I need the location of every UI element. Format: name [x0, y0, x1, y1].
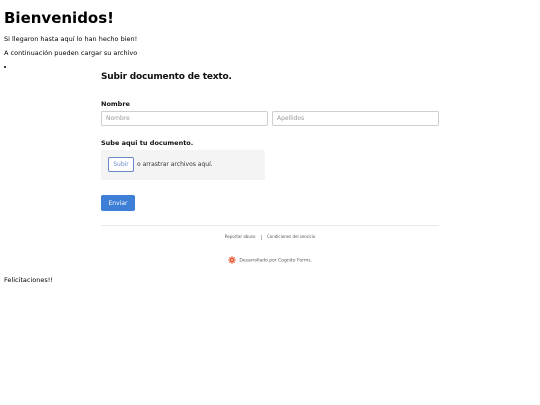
last-name-input[interactable] [272, 111, 439, 126]
powered-by-link[interactable]: Desarrollado por Cognito Forms. [239, 259, 312, 264]
report-abuse-link[interactable]: Reportar abuso [225, 234, 256, 239]
intro-text-2: A continuación pueden cargar su archivo [4, 49, 138, 57]
footer-links: Reportar abuso Condiciones del servicio [101, 234, 439, 240]
footer-divider [101, 225, 439, 226]
drop-hint: o arrastrar archivos aquí. [137, 161, 213, 168]
upload-label: Sube aqui tu documento. [101, 139, 194, 147]
page-heading: Bienvenidos! [4, 9, 115, 27]
name-label: Nombre [101, 100, 130, 108]
empty-list-bullet [4, 66, 6, 68]
intro-text-1: Si llegaron hasta aquí lo han hecho bien… [4, 35, 138, 43]
first-name-input[interactable] [101, 111, 268, 126]
upload-button[interactable]: Subir [108, 157, 134, 172]
footer-separator [260, 234, 262, 240]
file-drop-zone[interactable]: Subir o arrastrar archivos aquí. [101, 150, 265, 180]
submit-button[interactable]: Enviar [101, 195, 135, 211]
terms-link[interactable]: Condiciones del servicio [267, 234, 315, 239]
form-title: Subir documento de texto. [101, 72, 232, 82]
powered-by: Desarrollado por Cognito Forms. [101, 256, 439, 264]
closing-text: Felicitaciones!! [4, 276, 53, 284]
cognito-forms-logo-icon [228, 256, 236, 264]
